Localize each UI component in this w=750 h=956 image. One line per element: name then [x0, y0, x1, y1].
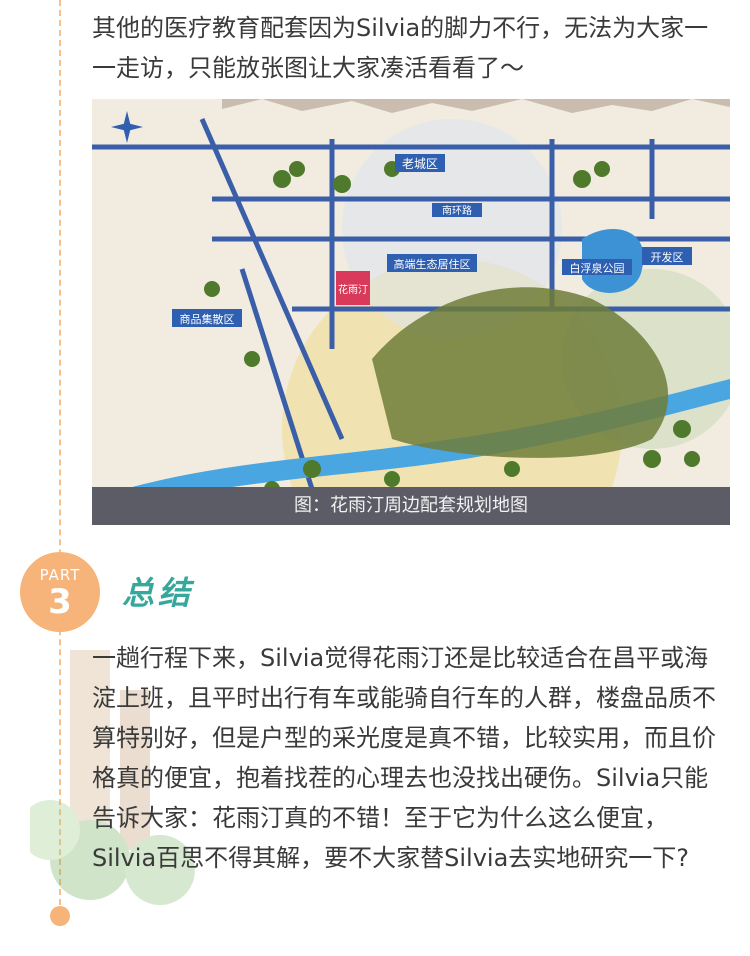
map-label-ring-road: 南环路 — [442, 204, 472, 217]
map-label-project: 花雨汀 — [338, 283, 368, 296]
section-title: 总结 — [122, 574, 195, 612]
map-label-commerce: 商品集散区 — [180, 312, 235, 326]
map-illustration: 老城区 高端生态居住区 商品集散区 开发区 白浮泉公园 花雨汀 南环路 — [92, 99, 730, 525]
map-label-residential: 高端生态居住区 — [394, 257, 471, 271]
part-number: 3 — [48, 582, 72, 622]
map-label-old-town: 老城区 — [402, 157, 438, 171]
part-badge: PART 3 — [20, 552, 100, 632]
map-label-lake-park: 白浮泉公园 — [570, 261, 625, 275]
map-photo: 老城区 高端生态居住区 商品集散区 开发区 白浮泉公园 花雨汀 南环路 图：花雨… — [92, 99, 730, 525]
map-label-development: 开发区 — [651, 250, 684, 264]
map-caption: 图：花雨汀周边配套规划地图 — [92, 487, 730, 525]
summary-paragraph: 一趟行程下来，Silvia觉得花雨汀还是比较适合在昌平或海淀上班，且平时出行有车… — [92, 644, 716, 872]
intro-paragraph: 其他的医疗教育配套因为Silvia的脚力不行，无法为大家一一走访，只能放张图让大… — [92, 14, 709, 82]
